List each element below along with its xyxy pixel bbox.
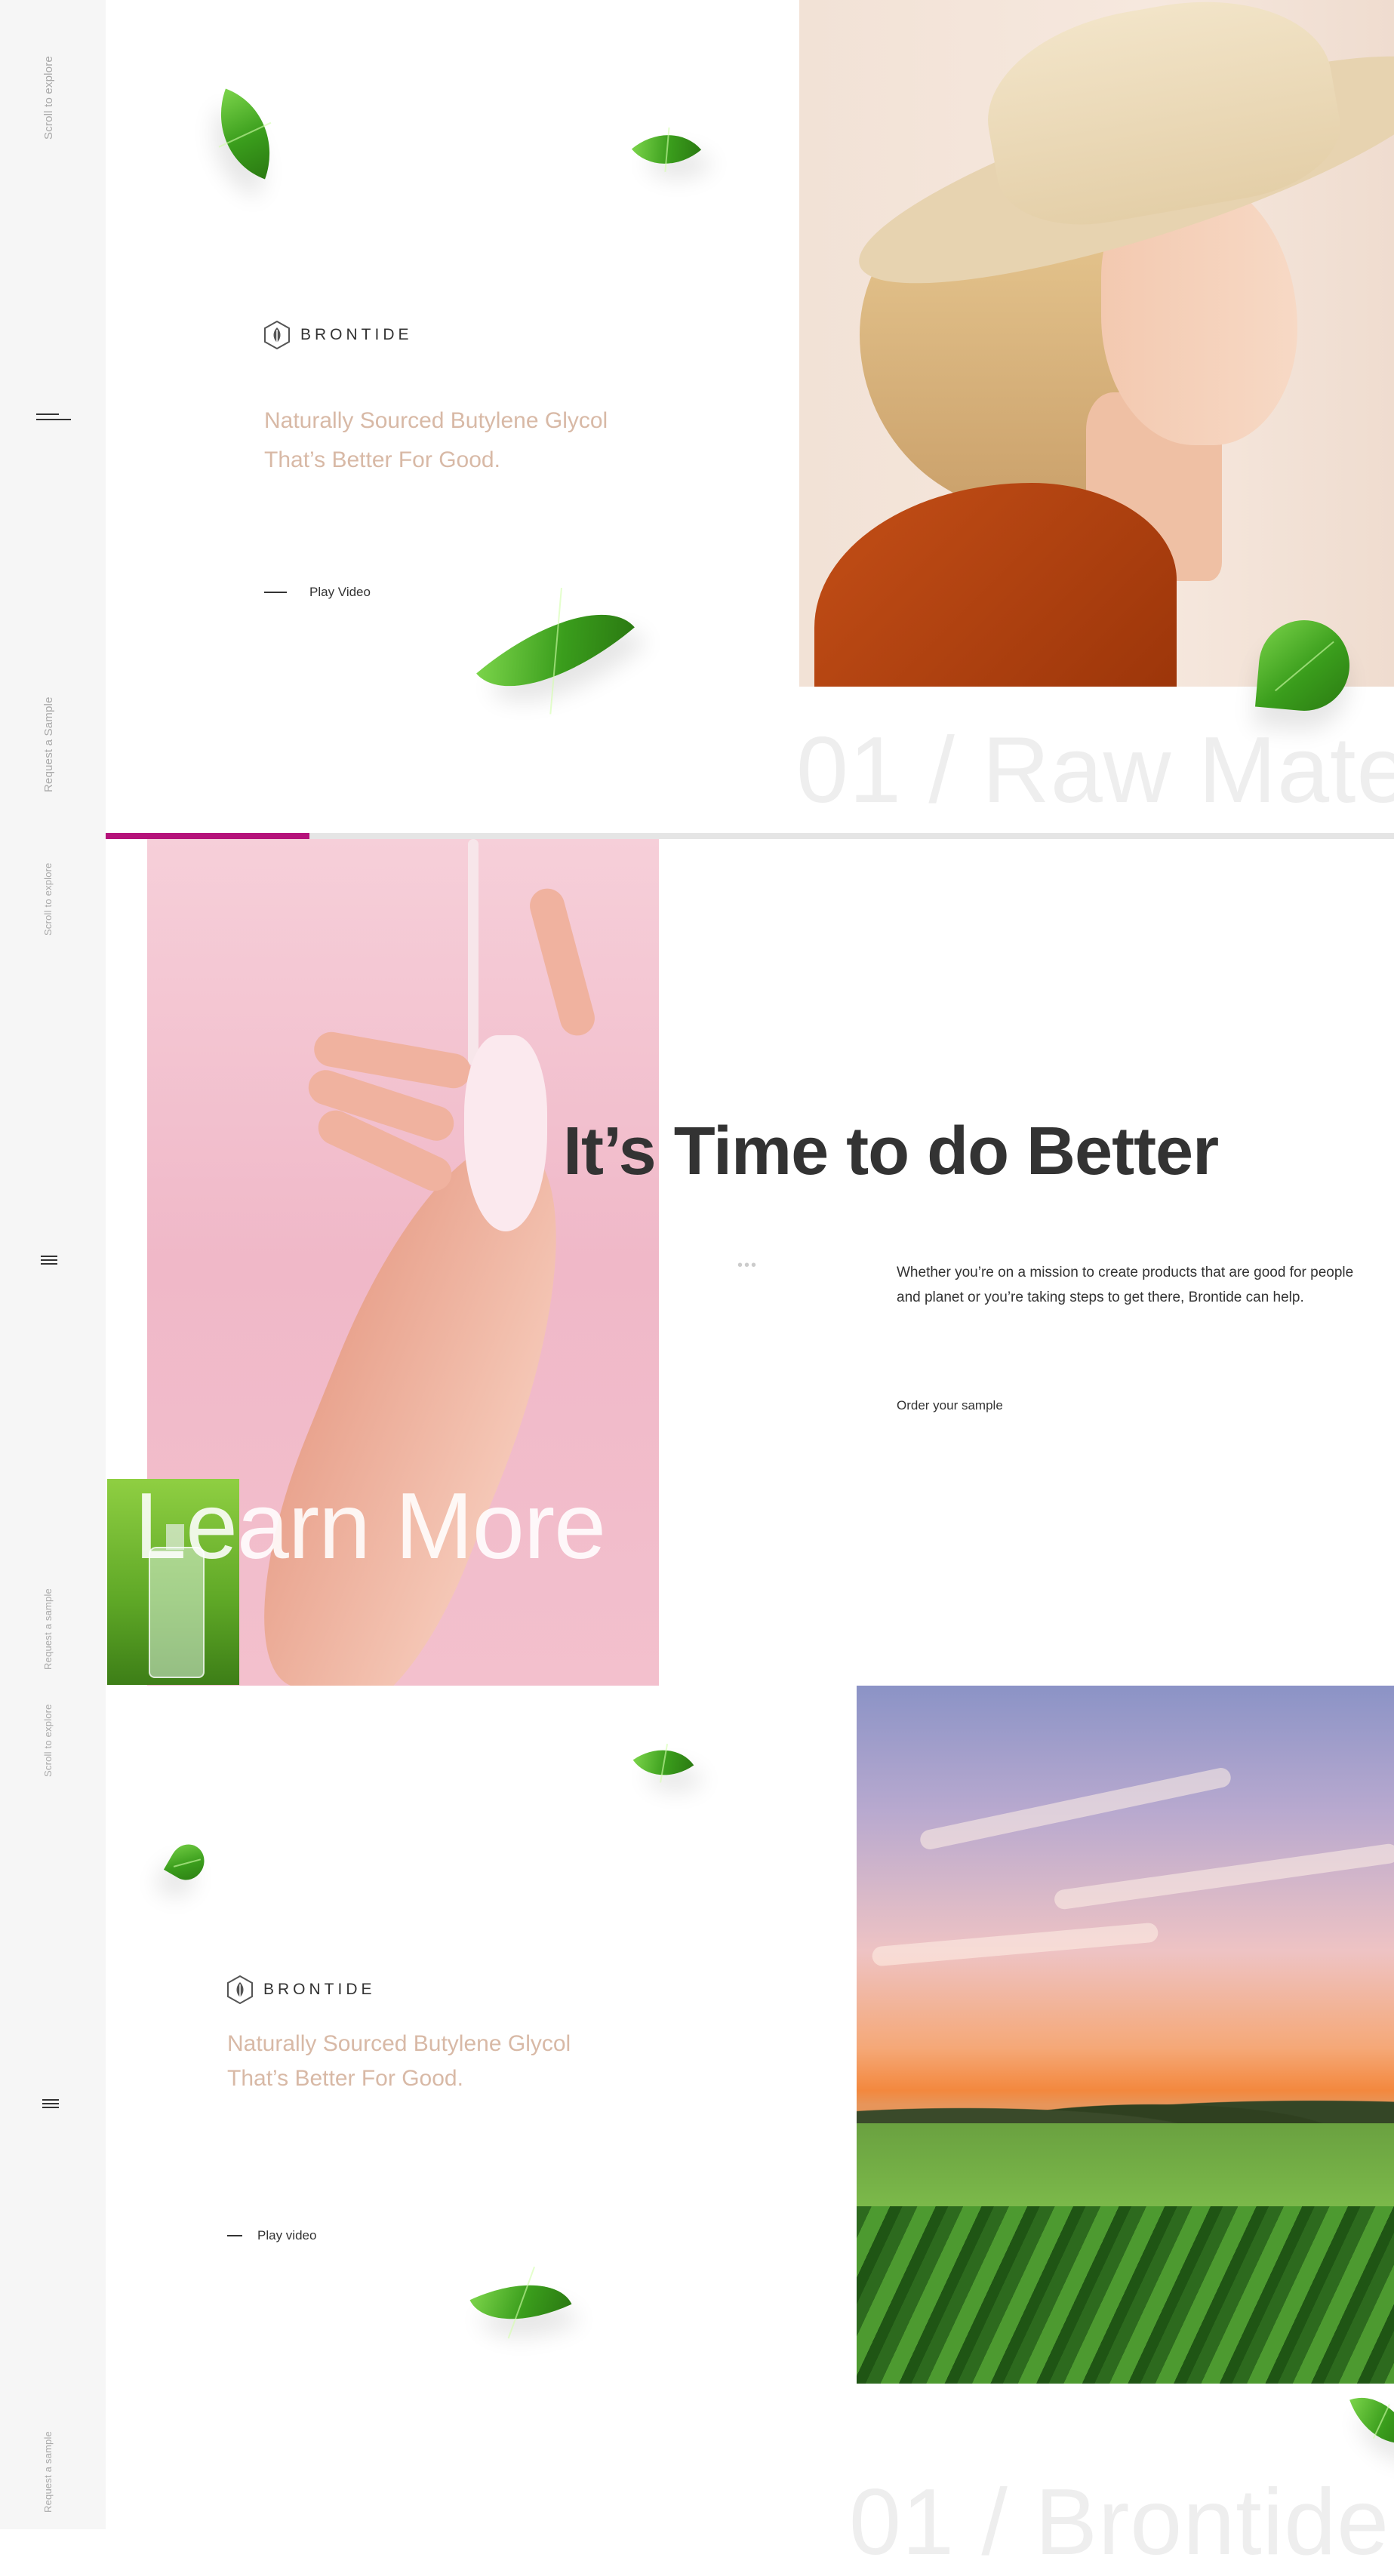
leaf-icon [632, 1732, 694, 1793]
brontide-logo-icon [227, 1975, 253, 2004]
scroll-progress-fill [106, 833, 309, 839]
brand-name: BRONTIDE [263, 1981, 376, 1998]
request-sample-link[interactable]: Request a sample [42, 1588, 54, 1670]
leaf-icon [1349, 2384, 1394, 2457]
play-video-button[interactable]: Play video [227, 2228, 316, 2243]
brontide-logo-icon [264, 321, 290, 349]
hero-tagline: Naturally Sourced Butylene Glycol That’s… [227, 2027, 571, 2096]
section-number-label: 01 / Brontide [849, 2470, 1390, 2574]
dash-icon [227, 2235, 242, 2236]
leaf-icon [469, 2261, 572, 2343]
section-number-label: 01 / Raw Mate [796, 718, 1394, 822]
dash-icon [264, 592, 287, 593]
menu-icon[interactable] [42, 2099, 59, 2112]
tagline-line: That’s Better For Good. [227, 2066, 463, 2091]
side-rail: Scroll to explore Request a Sample Scrol… [0, 0, 106, 2529]
brand-logo[interactable]: BRONTIDE [227, 1975, 376, 2004]
scroll-progress-bar [106, 833, 1394, 839]
scroll-to-explore-label: Scroll to explore [42, 56, 55, 140]
request-sample-link[interactable]: Request a Sample [42, 696, 55, 792]
photo-hat-crown [973, 0, 1350, 240]
photo-cream [464, 1035, 547, 1231]
hero-photo-woman [799, 0, 1394, 687]
section-paragraph: Whether you’re on a mission to create pr… [897, 1265, 1354, 1305]
photo-cream-drip [468, 839, 479, 1065]
sunset-field-photo [857, 1686, 1394, 2384]
photo-cloud [1053, 1843, 1394, 1910]
photo-finger [525, 884, 599, 1040]
leaf-icon [163, 1838, 211, 1886]
play-video-button[interactable]: Play Video [264, 585, 371, 600]
photo-cloud [871, 1922, 1159, 1967]
hero-tagline: Naturally Sourced Butylene Glycol That’s… [264, 401, 608, 480]
leaf-icon [631, 115, 702, 184]
menu-icon[interactable] [36, 413, 71, 424]
play-video-label: Play Video [309, 585, 371, 599]
play-video-label: Play video [257, 2228, 317, 2242]
tagline-line: Naturally Sourced Butylene Glycol [227, 2031, 571, 2056]
section-headline: It’s Time to do Better [563, 1114, 1219, 1189]
menu-icon[interactable] [41, 1256, 57, 1268]
brand-name: BRONTIDE [300, 326, 413, 343]
tagline-line: Naturally Sourced Butylene Glycol [264, 408, 608, 433]
photo-arm [217, 1110, 620, 1686]
photo-cloud [918, 1766, 1233, 1852]
scroll-to-explore-label: Scroll to explore [42, 1704, 54, 1777]
leaf-icon [476, 576, 635, 724]
learn-more-link[interactable]: Learn More [134, 1473, 606, 1580]
photo-shirt [814, 483, 1177, 687]
brand-logo[interactable]: BRONTIDE [264, 321, 413, 349]
scroll-to-explore-label: Scroll to explore [42, 862, 54, 936]
tagline-line: That’s Better For Good. [264, 447, 500, 472]
order-sample-link[interactable]: Order your sample [897, 1398, 1003, 1413]
photo-field [857, 2123, 1394, 2214]
dots-indicator: ••• [737, 1257, 759, 1274]
request-sample-link[interactable]: Request a sample [42, 2431, 54, 2513]
leaf-icon [201, 88, 290, 180]
photo-corn [857, 2206, 1394, 2384]
